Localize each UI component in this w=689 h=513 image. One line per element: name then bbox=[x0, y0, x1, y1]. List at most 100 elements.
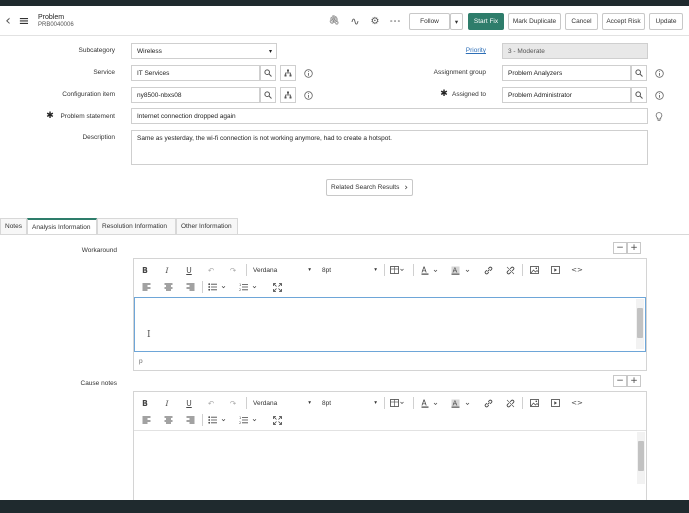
configuration-item-lookup-icon[interactable] bbox=[260, 87, 276, 103]
configuration-item-info-icon[interactable] bbox=[303, 90, 313, 100]
fullscreen-icon[interactable] bbox=[271, 280, 283, 294]
description-textarea[interactable]: Same as yesterday, the wi-fi connection … bbox=[131, 130, 648, 165]
assigned-to-info-icon[interactable] bbox=[654, 90, 664, 100]
configuration-item-field[interactable]: ny8500-nbxs08 bbox=[131, 87, 260, 103]
numbered-list-icon[interactable]: 12 bbox=[238, 413, 260, 427]
cause-notes-scroll-thumb[interactable] bbox=[638, 441, 644, 471]
source-code-icon[interactable]: <> bbox=[571, 396, 583, 410]
accept-risk-button[interactable]: Accept Risk bbox=[602, 13, 645, 30]
align-right-icon[interactable] bbox=[184, 413, 196, 427]
image-icon[interactable] bbox=[528, 396, 540, 410]
problem-statement-field[interactable]: Internet connection dropped again bbox=[131, 108, 648, 124]
tab-notes[interactable]: Notes bbox=[0, 218, 27, 234]
toolbar-separator bbox=[384, 397, 385, 409]
video-icon[interactable] bbox=[549, 263, 561, 277]
align-center-icon[interactable] bbox=[162, 280, 174, 294]
align-left-icon[interactable] bbox=[140, 413, 152, 427]
assignment-group-lookup-icon[interactable] bbox=[631, 65, 647, 81]
cause-notes-content-area[interactable] bbox=[134, 430, 646, 485]
workaround-content-area[interactable]: I bbox=[134, 297, 646, 352]
font-family-select[interactable]: Verdana ▾ bbox=[253, 263, 311, 277]
align-left-icon[interactable] bbox=[140, 280, 152, 294]
service-field[interactable]: IT Services bbox=[131, 65, 260, 81]
configuration-item-hierarchy-icon[interactable] bbox=[280, 87, 296, 103]
image-icon[interactable] bbox=[528, 263, 540, 277]
video-icon[interactable] bbox=[549, 396, 561, 410]
table-icon[interactable] bbox=[389, 396, 405, 410]
service-hierarchy-icon[interactable] bbox=[280, 65, 296, 81]
mark-duplicate-button[interactable]: Mark Duplicate bbox=[508, 13, 561, 30]
workaround-expand-icon[interactable]: + bbox=[627, 242, 641, 254]
start-fix-button[interactable]: Start Fix bbox=[468, 13, 504, 30]
assigned-to-lookup-icon[interactable] bbox=[631, 87, 647, 103]
tab-other-information[interactable]: Other Information bbox=[176, 218, 238, 234]
link-icon[interactable] bbox=[482, 263, 494, 277]
bold-icon[interactable]: B bbox=[140, 263, 150, 277]
chevron-down-icon: ▾ bbox=[308, 267, 311, 273]
text-color-icon[interactable]: A bbox=[420, 263, 440, 277]
attachment-icon[interactable]: 🖇 bbox=[328, 14, 340, 28]
follow-dropdown-icon[interactable]: ▾ bbox=[450, 13, 463, 30]
source-code-icon[interactable]: <> bbox=[571, 263, 583, 277]
cause-notes-collapse-icon[interactable]: − bbox=[613, 375, 627, 387]
service-info-icon[interactable] bbox=[303, 68, 313, 78]
align-center-icon[interactable] bbox=[162, 413, 174, 427]
back-icon[interactable]: ‹ bbox=[3, 13, 13, 29]
menu-icon[interactable]: ≡ bbox=[18, 14, 30, 29]
follow-button[interactable]: Follow bbox=[409, 13, 450, 30]
font-family-value: Verdana bbox=[253, 266, 278, 274]
related-search-results-button[interactable]: Related Search Results › bbox=[326, 179, 413, 196]
align-right-icon[interactable] bbox=[184, 280, 196, 294]
assignment-group-label: Assignment group bbox=[433, 69, 486, 76]
highlight-color-icon[interactable]: A bbox=[450, 396, 472, 410]
activity-icon[interactable]: ∿ bbox=[348, 14, 362, 28]
italic-icon[interactable]: I bbox=[162, 263, 172, 277]
highlight-color-icon[interactable]: A bbox=[450, 263, 472, 277]
chevron-down-icon: ▾ bbox=[374, 267, 377, 273]
italic-icon[interactable]: I bbox=[162, 396, 172, 410]
bullet-list-icon[interactable] bbox=[207, 413, 229, 427]
subcategory-select[interactable]: Wireless ▾ bbox=[131, 43, 277, 59]
bullet-list-icon[interactable] bbox=[207, 280, 229, 294]
settings-icon[interactable]: ⚙ bbox=[368, 14, 382, 28]
tab-resolution-information[interactable]: Resolution Information bbox=[97, 218, 176, 234]
toolbar-separator bbox=[202, 281, 203, 293]
text-color-icon[interactable]: A bbox=[420, 396, 440, 410]
more-options-icon[interactable]: ∘∘∘ bbox=[387, 14, 403, 28]
assignment-group-field[interactable]: Problem Analyzers bbox=[502, 65, 631, 81]
form-header: ‹ ≡ Problem PRB0040006 🖇 ∿ ⚙ ∘∘∘ Follow … bbox=[0, 6, 689, 36]
font-size-select[interactable]: 8pt ▾ bbox=[322, 396, 377, 410]
required-asterisk-icon: ✱ bbox=[46, 111, 54, 121]
unlink-icon[interactable] bbox=[504, 396, 516, 410]
redo-icon[interactable]: ↷ bbox=[228, 396, 238, 410]
priority-label[interactable]: Priority bbox=[420, 47, 486, 54]
workaround-collapse-icon[interactable]: − bbox=[613, 242, 627, 254]
undo-icon[interactable]: ↶ bbox=[206, 263, 216, 277]
lightbulb-icon[interactable] bbox=[654, 111, 664, 121]
svg-text:A: A bbox=[453, 399, 458, 407]
underline-icon[interactable]: U bbox=[184, 396, 194, 410]
assignment-group-info-icon[interactable] bbox=[654, 68, 664, 78]
tab-analysis-information[interactable]: Analysis Information bbox=[27, 218, 97, 234]
fullscreen-icon[interactable] bbox=[271, 413, 283, 427]
font-family-select[interactable]: Verdana ▾ bbox=[253, 396, 311, 410]
service-lookup-icon[interactable] bbox=[260, 65, 276, 81]
unlink-icon[interactable] bbox=[504, 263, 516, 277]
numbered-list-icon[interactable]: 12 bbox=[238, 280, 260, 294]
underline-icon[interactable]: U bbox=[184, 263, 194, 277]
cancel-button[interactable]: Cancel bbox=[565, 13, 598, 30]
link-icon[interactable] bbox=[482, 396, 494, 410]
bold-icon[interactable]: B bbox=[140, 396, 150, 410]
workaround-scroll-thumb[interactable] bbox=[637, 308, 643, 338]
toolbar-separator bbox=[522, 397, 523, 409]
font-size-select[interactable]: 8pt ▾ bbox=[322, 263, 377, 277]
redo-icon[interactable]: ↷ bbox=[228, 263, 238, 277]
table-icon[interactable] bbox=[389, 263, 405, 277]
subcategory-value: Wireless bbox=[137, 47, 162, 55]
undo-icon[interactable]: ↶ bbox=[206, 396, 216, 410]
svg-text:A: A bbox=[422, 266, 428, 275]
cause-notes-expand-icon[interactable]: + bbox=[627, 375, 641, 387]
update-button[interactable]: Update bbox=[649, 13, 683, 30]
svg-text:1: 1 bbox=[239, 416, 241, 420]
assigned-to-field[interactable]: Problem Administrator bbox=[502, 87, 631, 103]
